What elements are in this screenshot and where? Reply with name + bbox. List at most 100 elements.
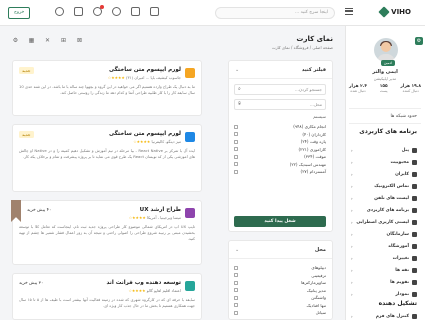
checkbox-item[interactable]: ترفیعینی: [234, 272, 326, 280]
card-description: سابقه با حرفه ای که در کارگروه شهری که ش…: [19, 297, 195, 308]
stat-followers: ۱۹.۸ هزار دنبال کننده: [400, 84, 421, 93]
checkbox-item[interactable]: تنها افتادیک: [234, 302, 326, 310]
user-name: ایمی والتر: [372, 69, 398, 75]
checkbox-item[interactable]: دیپلوهای: [234, 264, 326, 272]
checkbox-item[interactable]: مدیر پنانیک: [234, 287, 326, 295]
network-label[interactable]: حدود شبکه ها: [391, 114, 418, 119]
sidebar-item[interactable]: سازمانگان ‹: [349, 228, 417, 240]
divider: [349, 123, 421, 124]
filter-title: فیلتر کنید: [301, 67, 326, 73]
new-badge: جدید: [19, 67, 34, 74]
app-logo[interactable]: VIHO: [378, 6, 411, 18]
sidebar-item[interactable]: لیستی کاربری اضطرابی ‹: [349, 216, 417, 228]
card-title[interactable]: توسعه دهنده وب فرانت اند: [107, 280, 181, 286]
job-card[interactable]: لورم ایپسوم متن ساختگی جاسوب کیشیف باپا …: [12, 60, 202, 116]
checkbox-item[interactable]: پاره وقت (۲۴): [234, 138, 326, 146]
card-price: ۴۰ پیش خرید: [27, 208, 52, 213]
sidebar-item[interactable]: تماس الکترونیک ‹: [349, 180, 417, 192]
stat-following: ۲.۴ هزار دنبال شده: [349, 84, 367, 93]
page-title: نمای کارت: [296, 35, 333, 43]
new-badge: جدید: [19, 131, 34, 138]
card-description: تایپ UX اپ در امریکای شمالی موضوع کار طر…: [19, 224, 195, 241]
card-title[interactable]: لورم ایپسوم متن ساختگی: [109, 67, 181, 73]
chevron-down-icon[interactable]: ⌄: [235, 67, 239, 73]
bookmark-ribbon-icon[interactable]: [11, 200, 21, 222]
notification-dot: [100, 5, 104, 9]
grid-icon[interactable]: ⊞: [60, 37, 67, 44]
hamburger-menu-icon[interactable]: [345, 8, 353, 15]
checkbox-item[interactable]: کارداران (۴۰): [234, 131, 326, 139]
sidebar-item[interactable]: نمودار ‹: [349, 288, 417, 300]
filter-panel: فیلتر کنید ⌄ جستجو کردن... ⌕ محل... ⌾ سیست…: [228, 60, 333, 232]
apps-icon: [412, 207, 417, 213]
divider: [229, 78, 332, 79]
keyword-search-input[interactable]: جستجو کردن... ⌕: [234, 84, 326, 95]
divider: [349, 108, 421, 109]
cart-icon[interactable]: [131, 7, 140, 16]
top-bar: VIHO اینجا سرچ کنید ... خروج: [0, 0, 425, 26]
job-card[interactable]: لورم ایپسوم متن ساختگی میز دینگو، کالیفر…: [12, 124, 202, 192]
calendar-icon: [412, 279, 417, 285]
checkbox-item[interactable]: انجام مکاری (۹۴۸): [234, 123, 326, 131]
sidebar: ⚙ ادمین ایمی والتر مدیر اپلیکیشن ۱۹.۸ هز…: [345, 26, 425, 320]
checkbox-item[interactable]: ساوپرمارکترها: [234, 279, 326, 287]
find-job-button[interactable]: شغل پیدا کنید: [234, 216, 326, 227]
sidebar-item[interactable]: آموزشگاه ‹: [349, 240, 417, 252]
sidebar-item[interactable]: محبوبیت ‹: [349, 156, 417, 168]
location-title: محل: [314, 247, 326, 253]
section-title-apps: برنامه های کاربردی: [359, 128, 417, 135]
bell-icon[interactable]: [93, 5, 104, 16]
sidebar-item[interactable]: تقه ها ‹: [349, 264, 417, 276]
sidebar-item[interactable]: کنترل های فرم ‹: [349, 310, 417, 320]
checkbox-item[interactable]: کاراموزی (۲۲۱): [234, 146, 326, 154]
location-pin-icon: ⌾: [238, 101, 242, 107]
location-checkbox-list: دیپلوهای ترفیعینی ساوپرمارکترها مدیر پنا…: [234, 264, 326, 317]
card-subtitle: میز دینگو، کالیفرنیا ★★★★☆: [133, 139, 181, 144]
checkbox-item[interactable]: آمستردام (۲۷): [234, 168, 326, 176]
rating-stars: ★★★★☆: [107, 75, 125, 80]
checkbox-item[interactable]: سیاتل: [234, 309, 326, 317]
checkbox-item[interactable]: واشنگتن: [234, 294, 326, 302]
logout-button[interactable]: خروج: [8, 7, 31, 19]
refresh-icon: [412, 255, 417, 261]
sidebar-item[interactable]: پنل ‹: [349, 144, 417, 156]
job-card[interactable]: طراح ارشد UX میسا ویرجینیا ، آمریکا ★★★★…: [11, 200, 202, 265]
sidebar-nav-2: کنترل های فرم ‹: [349, 310, 417, 320]
checkbox-item[interactable]: مهندس اسبدیک (۲۲): [234, 161, 326, 169]
card-title[interactable]: لورم ایپسوم متن ساختگی: [109, 131, 181, 137]
star-icon[interactable]: [112, 7, 121, 16]
user-stats: ۱۹.۸ هزار دنبال کننده ۱۵۵ پست ۲.۴ هزار دنبا…: [349, 84, 421, 93]
map-icon: [412, 267, 417, 273]
sidebar-item[interactable]: لیست های تلفن ‹: [349, 192, 417, 204]
checkbox-item[interactable]: موقت (۳۳۴): [234, 153, 326, 161]
collapse-sidebar-icon[interactable]: ⚙: [415, 37, 423, 45]
bookmark-icon[interactable]: ⊠: [76, 37, 83, 44]
sidebar-item[interactable]: تقویم ها ‹: [349, 276, 417, 288]
sidebar-item[interactable]: کابران ‹: [349, 168, 417, 180]
close-icon[interactable]: ✕: [44, 37, 51, 44]
divider: [229, 258, 332, 259]
header-tools: ⚙ ▦ ✕ ⊞ ⊠: [12, 37, 83, 44]
location-panel: محل ⌄ دیپلوهای ترفیعینی ساوپرمارکترها مد…: [228, 240, 333, 320]
avatar[interactable]: [374, 38, 398, 62]
location-input[interactable]: محل... ⌾: [234, 99, 326, 110]
search-input[interactable]: اینجا سرچ کنید ...: [215, 7, 335, 19]
fullscreen-icon[interactable]: [150, 7, 159, 16]
users-icon: [412, 171, 417, 177]
moon-icon[interactable]: [55, 7, 64, 16]
sidebar-item[interactable]: برنامه های کاربردی ‹: [349, 204, 417, 216]
chevron-down-icon[interactable]: ⌄: [235, 247, 239, 253]
role-badge: ادمین: [380, 60, 395, 66]
breadcrumb[interactable]: صفحه اصلی / فروشگاه / نمای کارت: [272, 45, 333, 50]
chat-icon[interactable]: [74, 7, 83, 16]
chart-icon: [412, 291, 417, 297]
sidebar-item[interactable]: تغییرات ‹: [349, 252, 417, 264]
job-card[interactable]: توسعه دهنده وب فرانت اند اعتماد اقلیم اه…: [12, 273, 202, 320]
card-subtitle: میسا ویرجینیا ، آمریکا ★★★★☆: [128, 215, 181, 220]
rating-stars: ★★★★☆: [133, 139, 151, 144]
card-title[interactable]: طراح ارشد UX: [140, 207, 181, 213]
form-icon: [412, 313, 417, 319]
settings-icon[interactable]: ⚙: [12, 37, 19, 44]
company-logo: [185, 68, 195, 78]
layout-icon[interactable]: ▦: [28, 37, 35, 44]
